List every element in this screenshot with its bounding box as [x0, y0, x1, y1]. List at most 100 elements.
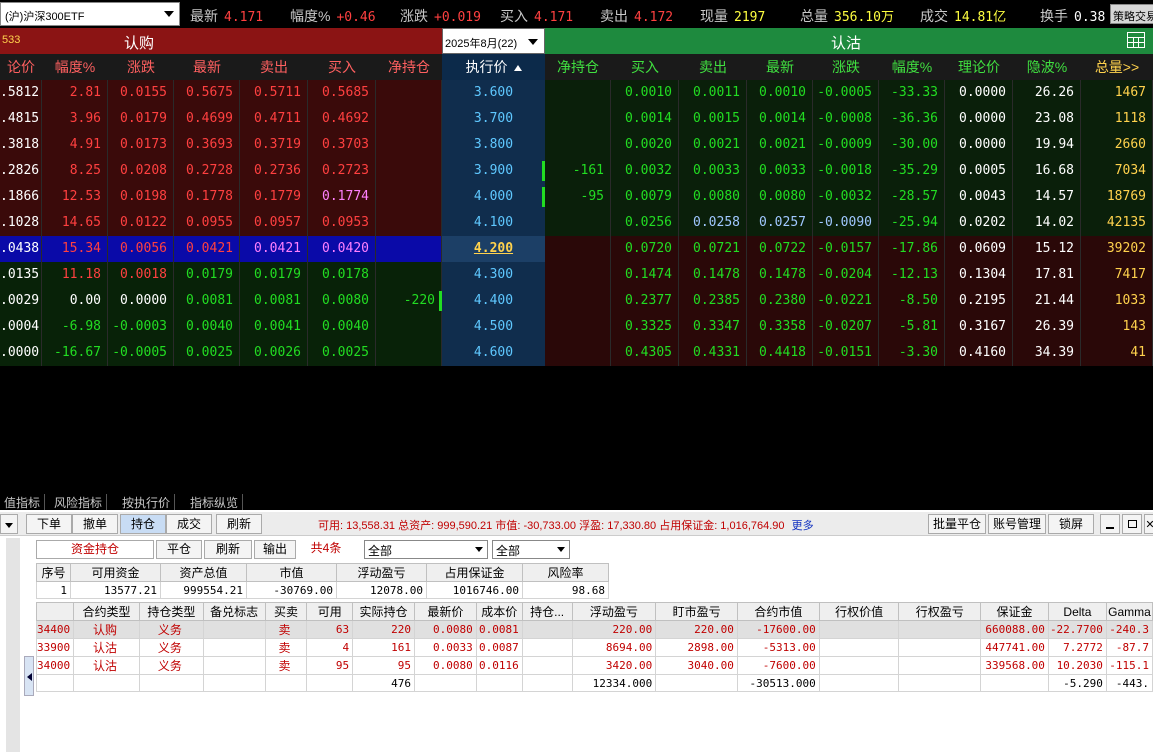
- position-header[interactable]: 合约类型: [73, 602, 140, 621]
- put-col-header[interactable]: 涨跌: [813, 54, 879, 80]
- option-row[interactable]: .0029 0.00 0.0000 0.0081 0.0081 0.0080 -220 4.4…: [0, 288, 1153, 314]
- option-row[interactable]: .0135 11.18 0.0018 0.0179 0.0179 0.0178 4.300 0…: [0, 262, 1153, 288]
- strike-cell[interactable]: 4.500: [442, 314, 545, 340]
- fund-header[interactable]: 可用资金: [70, 563, 161, 582]
- toolbar-button[interactable]: 持仓: [120, 514, 166, 534]
- position-header[interactable]: 盯市盈亏: [655, 602, 738, 621]
- option-row[interactable]: .1028 14.65 0.0122 0.0955 0.0957 0.0953 4.100 0…: [0, 210, 1153, 236]
- lower-tab[interactable]: 风险指标: [50, 494, 108, 511]
- toolbar-right-button[interactable]: 账号管理: [988, 514, 1046, 534]
- fund-header[interactable]: 风险率: [522, 563, 609, 582]
- option-row[interactable]: .0438 15.34 0.0056 0.0421 0.0421 0.0420 4.200 0…: [0, 236, 1153, 262]
- fund-header[interactable]: 浮动盈亏: [336, 563, 427, 582]
- position-header[interactable]: 可用: [306, 602, 354, 621]
- position-row[interactable]: 33900 认沽 义务 卖 4 161 0.0033 0.0087 8694.00 2898.00…: [35, 638, 1153, 657]
- minimize-button[interactable]: [1100, 514, 1120, 534]
- position-header[interactable]: Delta: [1047, 602, 1107, 621]
- position-header[interactable]: [35, 602, 75, 621]
- call-col-header[interactable]: 卖出: [240, 54, 308, 80]
- put-col-header[interactable]: 隐波%: [1013, 54, 1081, 80]
- position-header[interactable]: 实际持仓: [352, 602, 415, 621]
- position-subtab[interactable]: 平仓: [156, 540, 202, 559]
- strike-cell[interactable]: 3.800: [442, 132, 545, 158]
- position-header[interactable]: 成本价: [475, 602, 523, 621]
- position-subtab[interactable]: 刷新: [204, 540, 252, 559]
- strike-cell[interactable]: 4.400: [442, 288, 545, 314]
- position-header[interactable]: 浮动盈亏: [571, 602, 657, 621]
- position-header[interactable]: 持仓...: [521, 602, 573, 621]
- put-col-header[interactable]: 最新: [747, 54, 813, 80]
- position-header[interactable]: 备兑标志: [202, 602, 266, 621]
- option-row[interactable]: .4815 3.96 0.0179 0.4699 0.4711 0.4692 3.700 0.…: [0, 106, 1153, 132]
- collapse-panel-button[interactable]: [24, 656, 34, 696]
- call-col-header[interactable]: 最新: [174, 54, 240, 80]
- strike-cell[interactable]: 3.600: [442, 80, 545, 106]
- position-subtab[interactable]: 输出: [254, 540, 296, 559]
- fund-row[interactable]: 1 13577.21 999554.21 -30769.00 12078.00 10167…: [36, 581, 609, 599]
- more-link[interactable]: 更多: [792, 520, 814, 532]
- position-header[interactable]: 行权价值: [818, 602, 900, 621]
- call-col-header[interactable]: 幅度%: [42, 54, 108, 80]
- strategy-trade-button[interactable]: 策略交易: [1110, 4, 1153, 24]
- side-scroll-strip[interactable]: [6, 538, 20, 752]
- filter-select-1[interactable]: 全部: [364, 540, 488, 559]
- put-col-header[interactable]: 理论价: [945, 54, 1013, 80]
- panel-menu-button[interactable]: [0, 514, 18, 534]
- put-col-header[interactable]: 净持仓: [545, 54, 611, 80]
- filter-select-2[interactable]: 全部: [492, 540, 570, 559]
- option-row[interactable]: .1866 12.53 0.0198 0.1778 0.1779 0.1774 4.000-…: [0, 184, 1153, 210]
- put-col-header[interactable]: 幅度%: [879, 54, 945, 80]
- position-header[interactable]: 持仓类型: [138, 602, 204, 621]
- call-col-header[interactable]: 涨跌: [108, 54, 174, 80]
- fund-header[interactable]: 占用保证金: [426, 563, 523, 582]
- position-subtab[interactable]: 资金持仓: [36, 540, 154, 559]
- put-cell: -0.0204: [813, 262, 879, 288]
- option-row[interactable]: .0004 -6.98 -0.0003 0.0040 0.0041 0.0040 4.500…: [0, 314, 1153, 340]
- call-col-header[interactable]: 净持仓: [376, 54, 442, 80]
- lower-tab[interactable]: 按执行价: [118, 494, 176, 511]
- strike-cell[interactable]: 4.300: [442, 262, 545, 288]
- strike-cell[interactable]: 4.100: [442, 210, 545, 236]
- expiry-month-select[interactable]: 2025年8月(22): [442, 28, 545, 54]
- instrument-select[interactable]: (沪)沪深300ETF: [0, 2, 180, 26]
- strike-cell[interactable]: 4.200: [442, 236, 545, 262]
- put-col-header[interactable]: 卖出: [679, 54, 747, 80]
- position-header[interactable]: 行权盈亏: [898, 602, 981, 621]
- lower-tab[interactable]: 值指标: [0, 494, 46, 511]
- toolbar-button[interactable]: 刷新: [216, 514, 262, 534]
- fund-header[interactable]: 资产总值: [160, 563, 247, 582]
- toolbar-right-button[interactable]: 锁屏: [1048, 514, 1094, 534]
- lower-tab[interactable]: 指标纵览: [186, 494, 244, 511]
- put-cell: -0.0005: [813, 80, 879, 106]
- position-header[interactable]: 买卖: [264, 602, 308, 621]
- position-header[interactable]: 保证金: [980, 602, 1049, 621]
- table-settings-icon[interactable]: [1127, 32, 1145, 48]
- option-row[interactable]: .0000 -16.67 -0.0005 0.0025 0.0026 0.0025 4.60…: [0, 340, 1153, 366]
- toolbar-button[interactable]: 撤单: [72, 514, 118, 534]
- fund-header[interactable]: 序号: [36, 563, 71, 582]
- close-button[interactable]: ✕: [1144, 514, 1153, 534]
- position-row[interactable]: 34000 认沽 义务卖 95 95 0.0080 0.0116 3420.00 3040.00…: [35, 656, 1153, 675]
- option-row[interactable]: .3818 4.91 0.0173 0.3693 0.3719 0.3703 3.800 0.…: [0, 132, 1153, 158]
- toolbar-button[interactable]: 下单: [26, 514, 72, 534]
- strike-cell[interactable]: 4.600: [442, 340, 545, 366]
- position-row[interactable]: 34400 认购 义务卖 63 220 0.0080 0.0081 220.00 220.00-…: [35, 620, 1153, 639]
- put-col-header[interactable]: 买入: [611, 54, 679, 80]
- position-header[interactable]: Gamma: [1105, 602, 1153, 621]
- option-row[interactable]: .5812 2.81 0.0155 0.5675 0.5711 0.5685 3.600 0.…: [0, 80, 1153, 106]
- toolbar-right-button[interactable]: 批量平仓: [928, 514, 986, 534]
- put-col-header[interactable]: 总量>>: [1081, 54, 1153, 80]
- fund-header[interactable]: 市值: [246, 563, 337, 582]
- position-subtab[interactable]: 共4条: [298, 540, 354, 559]
- call-col-header[interactable]: 论价: [0, 54, 42, 80]
- maximize-button[interactable]: [1122, 514, 1142, 534]
- position-header[interactable]: 合约市值: [736, 602, 820, 621]
- call-col-header[interactable]: 买入: [308, 54, 376, 80]
- strike-col-header[interactable]: 执行价: [442, 54, 545, 80]
- strike-cell[interactable]: 3.700: [442, 106, 545, 132]
- option-row[interactable]: .2826 8.25 0.0208 0.2728 0.2736 0.2723 3.900 -1…: [0, 158, 1153, 184]
- toolbar-button[interactable]: 成交: [166, 514, 212, 534]
- strike-cell[interactable]: 3.900: [442, 158, 545, 184]
- strike-cell[interactable]: 4.000: [442, 184, 545, 210]
- position-header[interactable]: 最新价: [413, 602, 477, 621]
